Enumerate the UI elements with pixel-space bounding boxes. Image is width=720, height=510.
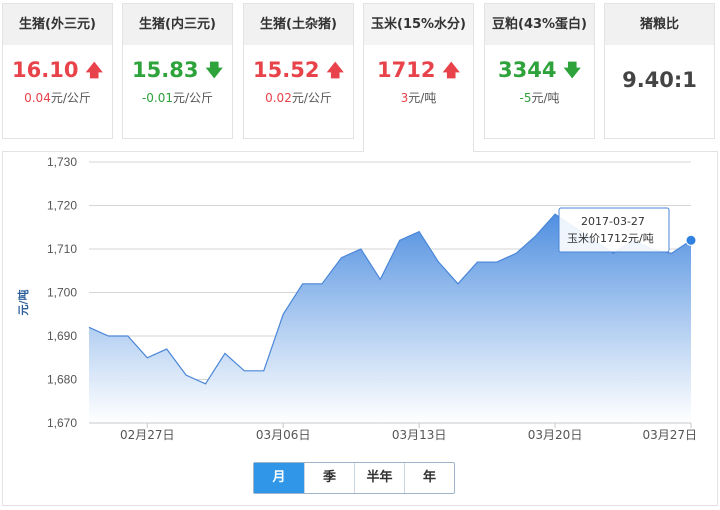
price-tab[interactable]: 生猪(内三元) 15.83 🡇 -0.01元/公斤 (122, 3, 233, 139)
range-button-year[interactable]: 年 (404, 463, 454, 493)
data-point-marker (685, 234, 697, 246)
tab-change-unit: 元/公斤 (50, 91, 91, 105)
tab-price-row: 15.83 🡇 (123, 57, 232, 83)
x-tick-label: 03月06日 (256, 428, 311, 442)
y-tick-label: 1,730 (47, 155, 77, 169)
tab-price-row: 16.10 🡅 (3, 57, 112, 83)
tab-price-value: 16.10 (12, 58, 79, 82)
tab-change-unit: 元/吨 (531, 91, 560, 105)
tab-price-value: 15.52 (253, 58, 320, 82)
tab-price-value: 1712 (377, 58, 436, 82)
range-button-month[interactable]: 月 (254, 463, 304, 493)
x-tick-label: 03月27日 (642, 428, 697, 442)
y-tick-label: 1,710 (47, 242, 77, 256)
tab-title: 生猪(内三元) (123, 4, 232, 45)
tab-change-value: 0.02 (265, 91, 292, 105)
x-tick-label: 02月27日 (120, 428, 175, 442)
chart-panel: 1,670 1,680 1,690 1,700 1,710 1,720 1,730 元/吨 02… (2, 151, 718, 506)
tab-title: 猪粮比 (605, 4, 714, 45)
tab-change-unit: 元/吨 (408, 91, 437, 105)
tab-title: 豆粕(43%蛋白) (485, 4, 594, 45)
range-button-half-year[interactable]: 半年 (354, 463, 404, 493)
tab-change-row: -5元/吨 (485, 89, 594, 106)
tab-change-value: -5 (519, 91, 532, 105)
arrow-up-icon: 🡅 (85, 61, 103, 81)
price-tab[interactable]: 生猪(土杂猪) 15.52 🡅 0.02元/公斤 (243, 3, 354, 139)
tab-change-row: 0.04元/公斤 (3, 89, 112, 106)
tab-price-row: 9.40:1 (605, 67, 714, 93)
tab-title: 玉米(15%水分) (364, 4, 473, 45)
tab-price-row: 15.52 🡅 (244, 57, 353, 83)
range-button-quarter[interactable]: 季 (304, 463, 354, 493)
price-tab[interactable]: 猪粮比 9.40:1 (604, 3, 715, 139)
arrow-down-icon: 🡇 (205, 61, 223, 81)
tab-change-value: -0.01 (141, 91, 173, 105)
tab-title: 生猪(外三元) (3, 4, 112, 45)
tab-change-value: 0.04 (24, 91, 51, 105)
arrow-up-icon: 🡅 (326, 61, 344, 81)
tab-change-unit: 元/公斤 (291, 91, 332, 105)
y-axis-label: 元/吨 (16, 289, 30, 315)
y-tick-label: 1,670 (47, 416, 77, 430)
tooltip-date: 2017-03-27 (581, 215, 645, 228)
y-tick-label: 1,720 (47, 199, 77, 213)
y-tick-label: 1,680 (47, 373, 77, 387)
tab-change-unit: 元/公斤 (173, 91, 214, 105)
arrow-up-icon: 🡅 (442, 61, 460, 81)
tab-title: 生猪(土杂猪) (244, 4, 353, 45)
tab-price-row: 3344 🡇 (485, 57, 594, 83)
price-tab[interactable]: 生猪(外三元) 16.10 🡅 0.04元/公斤 (2, 3, 113, 139)
y-tick-label: 1,700 (47, 286, 77, 300)
tab-price-value: 3344 (498, 58, 557, 82)
x-tick-label: 03月20日 (528, 428, 583, 442)
tab-change-row: 0.02元/公斤 (244, 89, 353, 106)
tab-price-row: 1712 🡅 (364, 57, 473, 83)
tab-change-row: -0.01元/公斤 (123, 89, 232, 106)
y-tick-label: 1,690 (47, 329, 77, 343)
tab-price-value: 9.40:1 (622, 68, 697, 92)
price-tab[interactable]: 豆粕(43%蛋白) 3344 🡇 -5元/吨 (484, 3, 595, 139)
price-tab[interactable]: 玉米(15%水分) 1712 🡅 3元/吨 (363, 3, 474, 152)
price-area-chart: 1,670 1,680 1,690 1,700 1,710 1,720 1,730 元/吨 02… (16, 155, 697, 442)
tab-price-value: 15.83 (132, 58, 199, 82)
range-selector: 月 季 半年 年 (253, 462, 455, 494)
arrow-down-icon: 🡇 (563, 61, 581, 81)
x-tick-label: 03月13日 (392, 428, 447, 442)
price-tabs: 生猪(外三元) 16.10 🡅 0.04元/公斤 生猪(内三元) 15.83 🡇 -0.01元… (2, 3, 718, 152)
tab-change-row: 3元/吨 (364, 89, 473, 106)
tooltip-value: 玉米价1712元/吨 (567, 232, 654, 245)
